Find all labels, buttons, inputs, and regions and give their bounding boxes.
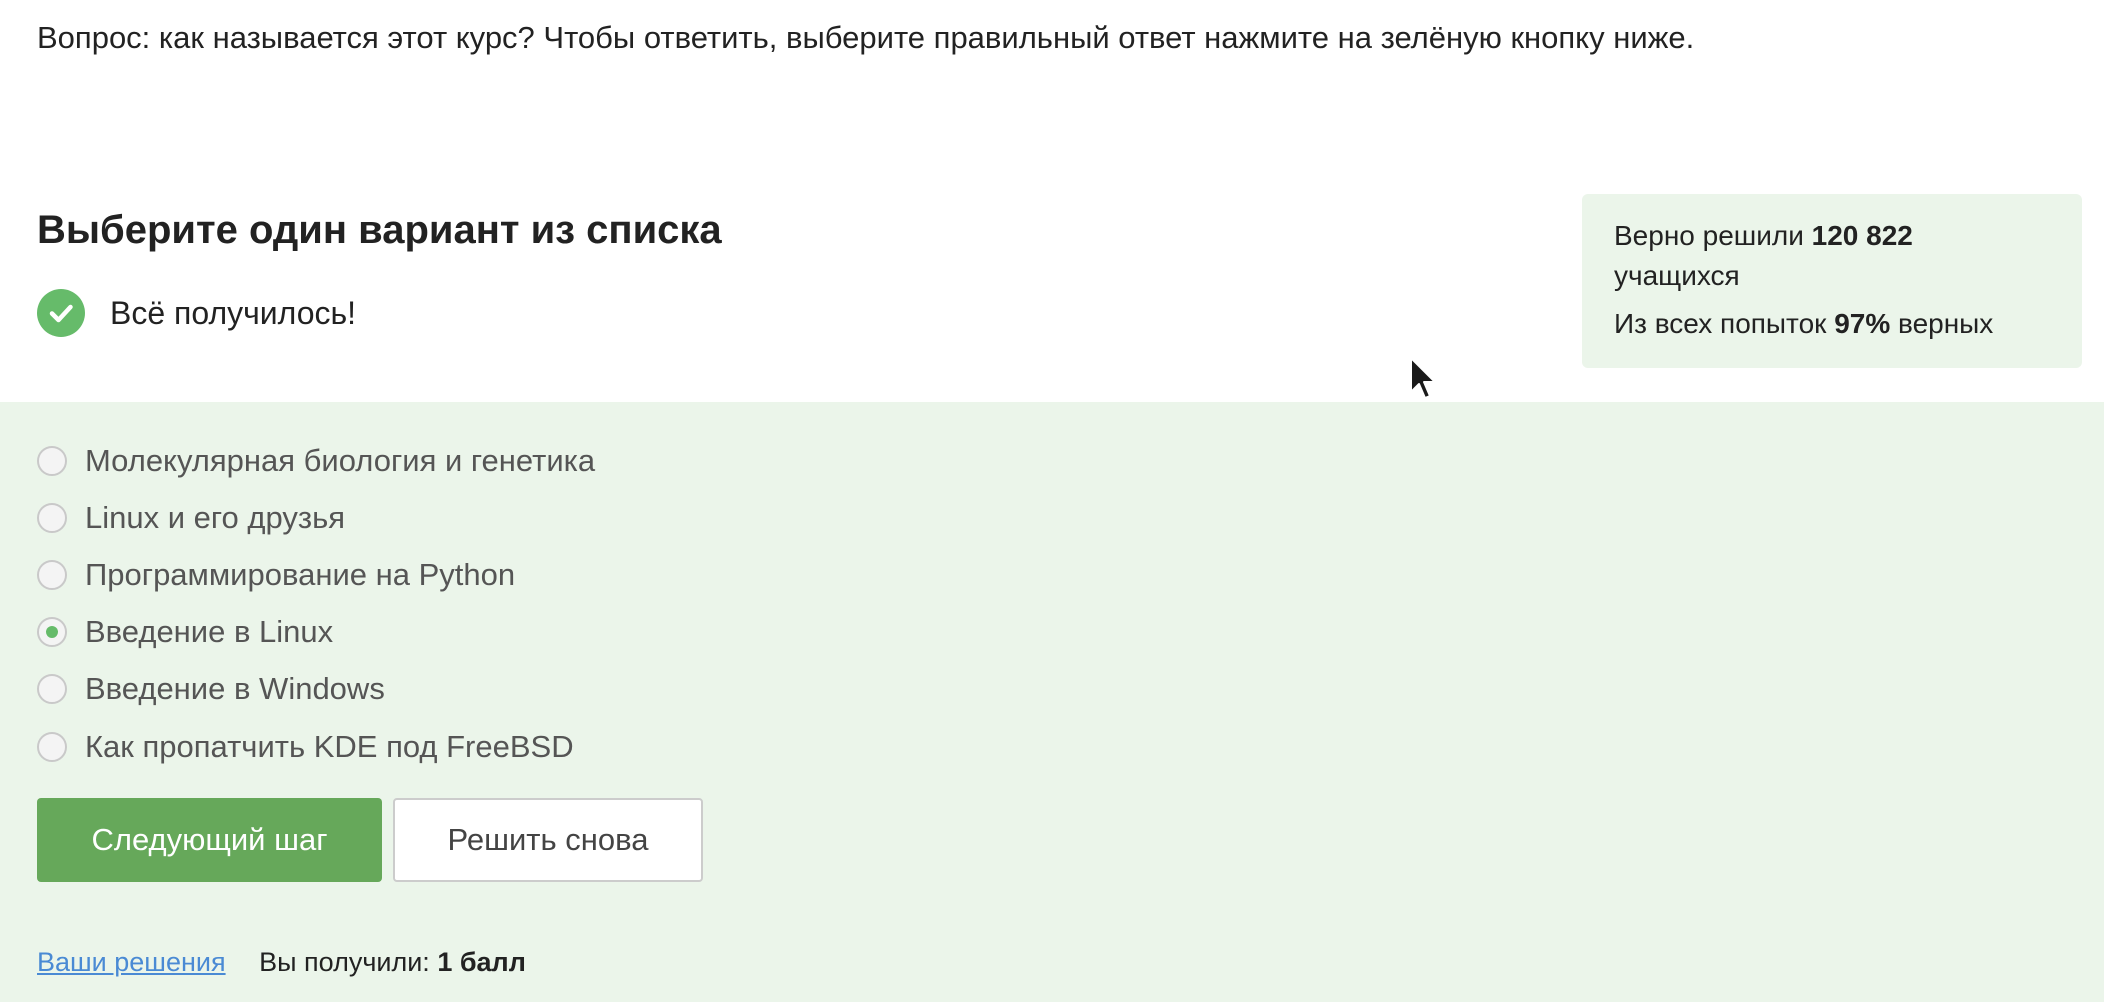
attempts-percent: 97% bbox=[1834, 308, 1891, 339]
radio-button[interactable] bbox=[37, 445, 67, 476]
mouse-pointer-icon bbox=[1409, 356, 1437, 407]
options-list: Молекулярная биология и генетика Linux и… bbox=[37, 432, 595, 775]
your-solutions-link[interactable]: Ваши решения bbox=[37, 947, 226, 977]
status-text: Всё получилось! bbox=[110, 294, 357, 331]
option-item[interactable]: Молекулярная биология и генетика bbox=[37, 432, 595, 489]
option-item[interactable]: Как пропатчить KDE под FreeBSD bbox=[37, 718, 595, 775]
score-value: 1 балл bbox=[437, 947, 526, 977]
option-item[interactable]: Введение в Windows bbox=[37, 661, 595, 718]
radio-button[interactable] bbox=[37, 559, 67, 590]
radio-button[interactable] bbox=[37, 617, 67, 648]
solved-stats: Верно решили 120 822 учащихся bbox=[1614, 216, 2050, 296]
option-label: Введение в Linux bbox=[85, 614, 334, 650]
score-info: Вы получили: 1 балл bbox=[259, 947, 526, 977]
attempts-stats: Из всех попыток 97% верных bbox=[1614, 304, 2050, 344]
question-text: Вопрос: как называется этот курс? Чтобы … bbox=[37, 20, 1695, 55]
option-label: Программирование на Python bbox=[85, 556, 516, 592]
section-heading: Выберите один вариант из списка bbox=[37, 208, 722, 252]
score-prefix: Вы получили: bbox=[259, 947, 430, 977]
option-item[interactable]: Linux и его друзья bbox=[37, 489, 595, 546]
radio-button[interactable] bbox=[37, 502, 67, 533]
answer-panel: Молекулярная биология и генетика Linux и… bbox=[0, 402, 2104, 1002]
footer: Ваши решения Вы получили: 1 балл bbox=[37, 942, 526, 982]
option-label: Введение в Windows bbox=[85, 671, 385, 707]
solved-prefix: Верно решили bbox=[1614, 220, 1804, 251]
retry-button[interactable]: Решить снова bbox=[393, 798, 703, 882]
next-step-button[interactable]: Следующий шаг bbox=[37, 798, 382, 882]
option-label: Как пропатчить KDE под FreeBSD bbox=[85, 728, 574, 764]
result-status: Всё получилось! bbox=[37, 288, 356, 338]
action-buttons: Следующий шаг Решить снова bbox=[37, 798, 703, 882]
radio-button[interactable] bbox=[37, 674, 67, 705]
attempts-suffix: верных bbox=[1898, 308, 1994, 339]
option-item[interactable]: Программирование на Python bbox=[37, 546, 595, 603]
option-item[interactable]: Введение в Linux bbox=[37, 604, 595, 661]
radio-button[interactable] bbox=[37, 731, 67, 762]
option-label: Linux и его друзья bbox=[85, 499, 346, 535]
check-circle-icon bbox=[37, 289, 85, 337]
option-label: Молекулярная биология и генетика bbox=[85, 442, 596, 478]
solved-suffix: учащихся bbox=[1614, 260, 1740, 291]
solved-count: 120 822 bbox=[1811, 220, 1913, 251]
attempts-prefix: Из всех попыток bbox=[1614, 308, 1827, 339]
stats-box: Верно решили 120 822 учащихся Из всех по… bbox=[1582, 194, 2082, 368]
